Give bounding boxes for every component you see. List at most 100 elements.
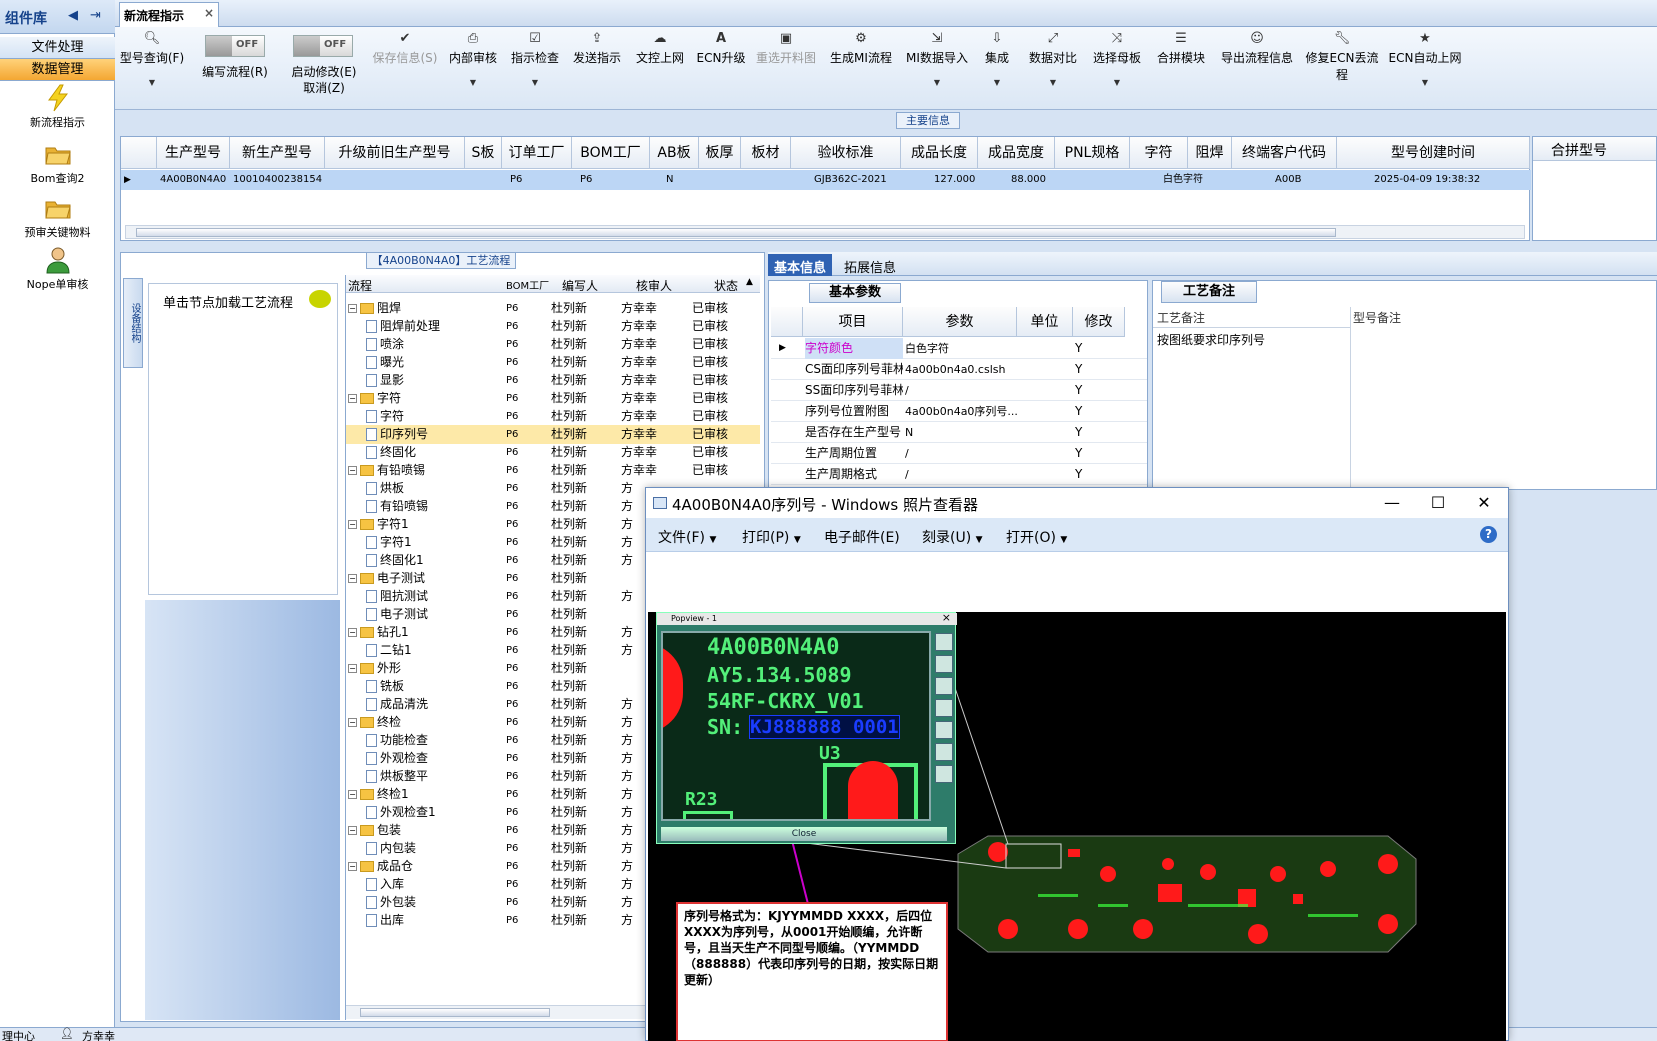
merged-model-header[interactable]: 合拼型号: [1533, 137, 1656, 161]
chevron-down-icon[interactable]: ▼: [1087, 78, 1147, 87]
help-icon[interactable]: ?: [1480, 526, 1497, 543]
column-header[interactable]: 项目: [803, 307, 903, 337]
table-cell[interactable]: 4a00b0n4a0序列号...: [905, 401, 1017, 422]
scrollbar-thumb[interactable]: [136, 228, 1336, 237]
group-data-management[interactable]: 数据管理: [0, 59, 115, 81]
start-modify-toggle[interactable]: OFF: [293, 35, 353, 57]
tree-row[interactable]: 曝光 P6 杜列新 方幸幸 已审核: [346, 353, 760, 372]
column-header[interactable]: 字符: [1130, 137, 1188, 169]
popview-tool-button[interactable]: [935, 633, 953, 651]
mi-data-import-button[interactable]: ⇲ MI数据导入 ▼: [902, 31, 972, 87]
column-header[interactable]: BOM工厂: [506, 277, 549, 292]
table-cell[interactable]: /: [905, 443, 1017, 464]
collapse-icon[interactable]: −: [348, 790, 357, 799]
tree-node[interactable]: − 阻焊: [348, 299, 401, 318]
tab-extended-info[interactable]: 拓展信息: [838, 254, 902, 276]
chevron-down-icon[interactable]: ▼: [445, 78, 501, 87]
collapse-icon[interactable]: −: [348, 826, 357, 835]
tree-row[interactable]: 印序列号 P6 杜列新 方幸幸 已审核: [346, 425, 760, 444]
model-query-button[interactable]: 🔍︎ 型号查询(F) ▼: [119, 31, 185, 87]
popview-tool-button[interactable]: [935, 743, 953, 761]
tree-node[interactable]: − 终检1: [348, 785, 409, 804]
table-row[interactable]: 序列号位置附图 4a00b0n4a0序列号... Y: [771, 401, 1147, 422]
tree-node[interactable]: − 有铅喷锡: [348, 461, 425, 480]
minimize-button[interactable]: —: [1370, 491, 1414, 515]
tree-node[interactable]: 功能检查: [366, 731, 428, 750]
close-button[interactable]: ✕: [1462, 491, 1506, 515]
side-tab-equipment-structure[interactable]: 设备结构: [123, 278, 143, 368]
column-header[interactable]: 编写人: [562, 277, 598, 294]
window-titlebar[interactable]: 4A00B0N4A0序列号 - Windows 照片查看器 — ☐ ✕: [646, 488, 1508, 518]
column-header[interactable]: 订单工厂: [502, 137, 572, 169]
table-row[interactable]: 是否存在生产型号 N Y: [771, 422, 1147, 443]
tree-node[interactable]: 外观检查1: [366, 803, 436, 822]
tree-node[interactable]: − 字符: [348, 389, 401, 408]
column-header[interactable]: 验收标准: [791, 137, 901, 169]
nav-nope-review[interactable]: Nope单审核: [0, 246, 115, 292]
tree-node[interactable]: 阻抗测试: [366, 587, 428, 606]
chevron-down-icon[interactable]: ▼: [505, 78, 565, 87]
table-row[interactable]: 生产周期格式 / Y: [771, 464, 1147, 485]
popview-tool-button[interactable]: [935, 677, 953, 695]
collapse-icon[interactable]: −: [348, 718, 357, 727]
tree-node[interactable]: − 电子测试: [348, 569, 425, 588]
close-icon[interactable]: ×: [942, 612, 951, 624]
tree-row[interactable]: − 阻焊 P6 杜列新 方幸幸 已审核: [346, 299, 760, 318]
tree-node[interactable]: 电子测试: [366, 605, 428, 624]
column-header[interactable]: 核审人: [636, 277, 672, 294]
nav-new-process-instruction[interactable]: 新流程指示: [0, 84, 115, 130]
chevron-down-icon[interactable]: ▼: [1023, 78, 1083, 87]
write-process-toggle[interactable]: OFF: [205, 35, 265, 57]
save-info-button[interactable]: ✔ 保存信息(S): [370, 31, 440, 66]
tree-node[interactable]: 喷涂: [366, 335, 404, 354]
select-motherboard-button[interactable]: ⤨ 选择母板 ▼: [1087, 31, 1147, 87]
close-icon[interactable]: ×: [204, 6, 214, 20]
column-header[interactable]: S板: [465, 137, 502, 169]
collapse-icon[interactable]: −: [348, 520, 357, 529]
instruction-check-button[interactable]: ☑ 指示检查 ▼: [505, 31, 565, 87]
tree-node[interactable]: − 钻孔1: [348, 623, 409, 642]
popview-titlebar[interactable]: Popview - 1: [657, 613, 957, 625]
column-header[interactable]: 成品宽度: [978, 137, 1055, 169]
tree-node[interactable]: − 包装: [348, 821, 401, 840]
tree-node[interactable]: 外观检查: [366, 749, 428, 768]
tree-row[interactable]: − 有铅喷锡 P6 杜列新 方幸幸 已审核: [346, 461, 760, 480]
tree-node[interactable]: 铣板: [366, 677, 404, 696]
collapse-icon[interactable]: −: [348, 394, 357, 403]
popview-tool-button[interactable]: [935, 655, 953, 673]
craft-note-text[interactable]: 按图纸要求印序列号: [1157, 331, 1265, 348]
column-header[interactable]: 终端客户代码: [1232, 137, 1337, 169]
column-header[interactable]: 流程: [348, 277, 372, 294]
column-header[interactable]: 新生产型号: [230, 137, 325, 169]
tree-node[interactable]: 内包装: [366, 839, 416, 858]
internal-review-button[interactable]: ⎙ 内部审核 ▼: [445, 31, 501, 87]
tree-node[interactable]: 字符: [366, 407, 404, 426]
menu-file[interactable]: 文件(F) ▼: [658, 527, 716, 547]
popview-tool-button[interactable]: [935, 721, 953, 739]
tree-node[interactable]: 外包装: [366, 893, 416, 912]
tree-node[interactable]: 印序列号: [366, 425, 428, 444]
column-header[interactable]: 板材: [741, 137, 791, 169]
collapse-icon[interactable]: −: [348, 628, 357, 637]
table-row[interactable]: 生产周期位置 / Y: [771, 443, 1147, 464]
tree-row[interactable]: 阻焊前处理 P6 杜列新 方幸幸 已审核: [346, 317, 760, 336]
tree-node[interactable]: − 字符1: [348, 515, 409, 534]
reselect-cutting-chart-button[interactable]: ▣ 重选开料图: [751, 31, 821, 66]
tree-row[interactable]: − 字符 P6 杜列新 方幸幸 已审核: [346, 389, 760, 408]
tab-new-process-instruction[interactable]: 新流程指示 ×: [119, 2, 219, 27]
group-file-processing[interactable]: 文件处理: [0, 37, 115, 59]
table-row[interactable]: SS面印序列号菲林 / Y: [771, 380, 1147, 401]
tree-node[interactable]: 有铅喷锡: [366, 497, 428, 516]
tree-node[interactable]: 出库: [366, 911, 404, 930]
table-cell[interactable]: 4a00b0n4a0.cslsh: [905, 359, 1017, 380]
column-header[interactable]: BOM工厂: [572, 137, 650, 169]
collapse-left-icon[interactable]: ◀: [68, 8, 78, 23]
tree-node[interactable]: 曝光: [366, 353, 404, 372]
tree-node[interactable]: 阻焊前处理: [366, 317, 440, 336]
tree-node[interactable]: 显影: [366, 371, 404, 390]
nav-prereview-key-materials[interactable]: 预审关键物料: [0, 194, 115, 240]
menu-open[interactable]: 打开(O) ▼: [1006, 527, 1067, 547]
tree-row[interactable]: 喷涂 P6 杜列新 方幸幸 已审核: [346, 335, 760, 354]
table-cell[interactable]: /: [905, 464, 1017, 485]
tab-craft-note[interactable]: 工艺备注: [1161, 281, 1257, 303]
